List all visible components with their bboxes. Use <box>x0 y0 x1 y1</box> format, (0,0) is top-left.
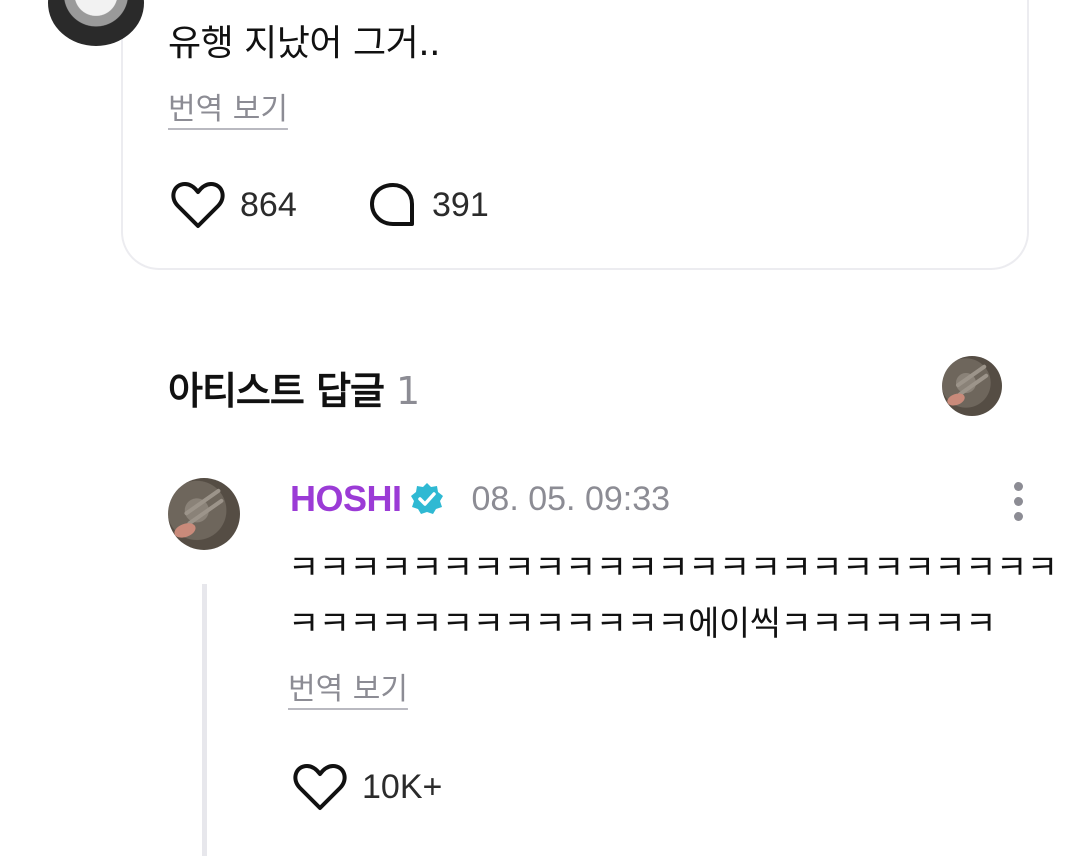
reply-like-button[interactable]: 10K+ <box>292 762 442 812</box>
heart-icon <box>292 762 348 812</box>
reply-timestamp: 08. 05. 09:33 <box>471 479 671 518</box>
reply-text-line: ㅋㅋㅋㅋㅋㅋㅋㅋㅋㅋㅋㅋㅋㅋㅋㅋㅋㅋㅋㅋㅋㅋㅋㅋㅋ <box>288 548 1058 588</box>
reply-author-name[interactable]: HOSHI <box>290 478 402 520</box>
reply-text-line: ㅋㅋㅋㅋㅋㅋㅋㅋㅋㅋㅋㅋㅋ에이씩ㅋㅋㅋㅋㅋㅋㅋ <box>288 604 996 644</box>
artist-replies-label: 아티스트 답글 <box>168 369 385 413</box>
reply-like-count: 10K+ <box>362 767 443 806</box>
post-comment-count: 391 <box>432 185 489 224</box>
reply-text: ㅋㅋㅋㅋㅋㅋㅋㅋㅋㅋㅋㅋㅋㅋㅋㅋㅋㅋㅋㅋㅋㅋㅋㅋㅋ ㅋㅋㅋㅋㅋㅋㅋㅋㅋㅋㅋㅋㅋ에… <box>288 540 1058 652</box>
artist-avatar-thumbnail[interactable] <box>942 356 1002 416</box>
reply-header: HOSHI 08. 05. 09:33 <box>290 478 670 520</box>
comment-bubble-icon <box>368 180 418 230</box>
post-like-count: 864 <box>240 185 297 224</box>
more-options-button[interactable] <box>1006 482 1032 522</box>
post-like-button[interactable]: 864 <box>170 180 297 230</box>
heart-icon <box>170 180 226 230</box>
post-translate-link[interactable]: 번역 보기 <box>168 84 288 128</box>
post-text: 유행 지났어 그거.. <box>168 23 441 64</box>
verified-badge-icon <box>410 482 444 516</box>
artist-replies-title: 아티스트 답글 1 <box>168 360 420 415</box>
avatar-scratch <box>186 498 225 527</box>
artist-replies-count: 1 <box>396 369 420 413</box>
reply-author-avatar[interactable] <box>168 478 240 550</box>
reply-translate-link[interactable]: 번역 보기 <box>288 664 408 708</box>
avatar-finger <box>172 520 197 541</box>
avatar-finger <box>945 391 967 408</box>
post-comment-button[interactable]: 391 <box>368 180 489 230</box>
thread-line <box>202 584 207 856</box>
